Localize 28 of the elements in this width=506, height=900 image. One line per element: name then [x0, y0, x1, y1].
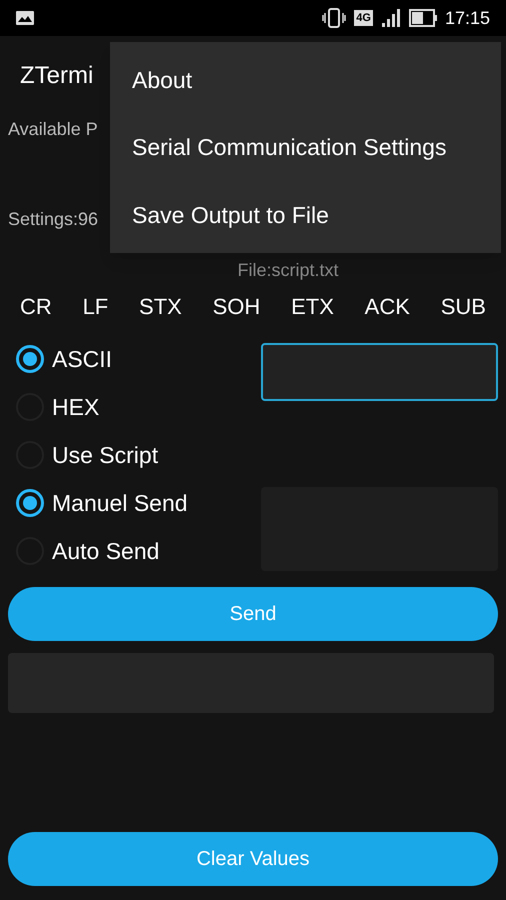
radio-label: ASCII: [52, 344, 112, 374]
radio-button[interactable]: [16, 345, 44, 373]
radio-label: HEX: [52, 392, 100, 422]
control-char-button[interactable]: SOH: [212, 290, 260, 323]
menu-item[interactable]: Serial Communication Settings: [110, 130, 501, 165]
input-field[interactable]: [261, 343, 498, 401]
control-char-button[interactable]: STX: [139, 290, 182, 323]
signal-icon: [380, 9, 401, 27]
control-char-button[interactable]: CR: [20, 290, 52, 323]
menu-item[interactable]: About: [110, 62, 501, 98]
settings-label: Settings:96: [8, 209, 98, 229]
file-label: File:script.txt: [237, 259, 338, 282]
control-char-button[interactable]: SUB: [440, 290, 486, 323]
radio-label: Auto Send: [52, 536, 160, 566]
radio-button[interactable]: [16, 489, 44, 517]
clock: 17:15: [444, 6, 490, 30]
image-icon: [16, 11, 34, 25]
app-title: ZTermi: [20, 61, 94, 91]
ports-label: Available P: [8, 119, 98, 139]
control-char-button[interactable]: ETX: [291, 290, 334, 323]
radio-label: Manuel Send: [52, 488, 188, 518]
menu-item[interactable]: Save Output to File: [110, 198, 501, 232]
radio-label: Use Script: [52, 440, 158, 470]
control-char-button[interactable]: LF: [82, 290, 108, 323]
vibrate-icon: [322, 8, 346, 28]
battery-icon: [408, 9, 437, 27]
network-badge: 4G: [354, 10, 373, 26]
control-char-button[interactable]: ACK: [364, 290, 410, 323]
